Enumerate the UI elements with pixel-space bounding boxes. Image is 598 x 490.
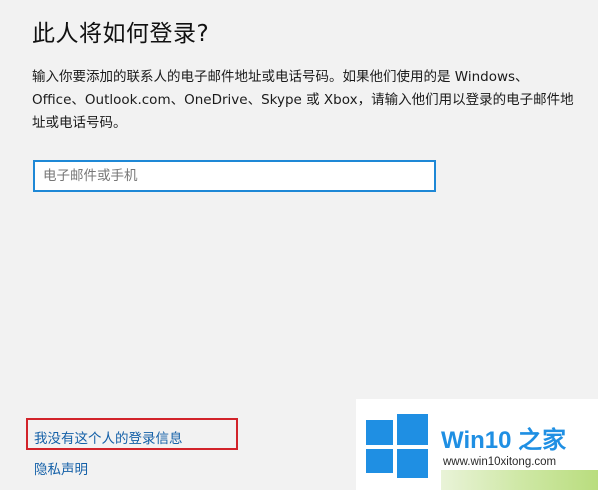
watermark-url: www.win10xitong.com	[443, 456, 557, 468]
page-title: 此人将如何登录?	[32, 21, 210, 47]
privacy-statement-link[interactable]: 隐私声明	[34, 458, 88, 478]
description-text: 输入你要添加的联系人的电子邮件地址或电话号码。如果他们使用的是 Windows、…	[32, 69, 574, 131]
windows-logo-icon	[366, 414, 428, 478]
email-or-phone-input[interactable]	[33, 160, 436, 192]
no-sign-in-info-link[interactable]: 我没有这个人的登录信息	[34, 427, 183, 447]
watermark-green-strip	[441, 470, 598, 490]
watermark-brand-suffix: 之家	[518, 426, 567, 454]
watermark-brand-prefix: Win10	[441, 427, 512, 454]
watermark-brand: Win10 之家	[441, 420, 566, 455]
